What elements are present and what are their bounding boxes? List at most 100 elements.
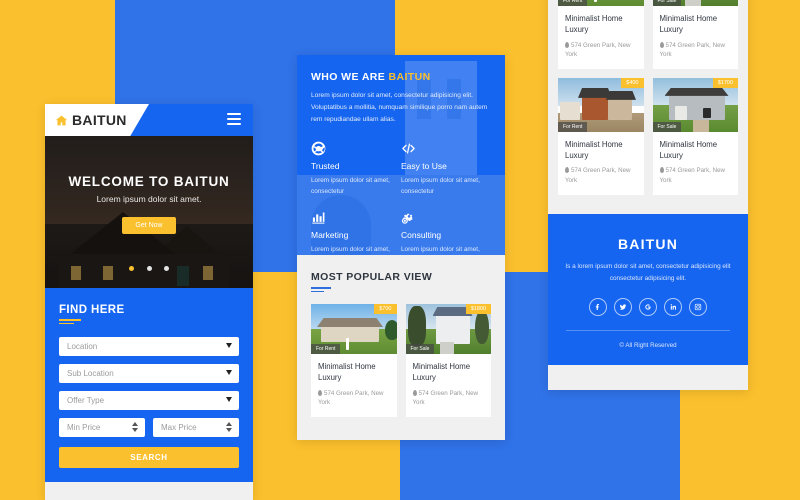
cogs-icon — [401, 210, 483, 226]
social-links — [564, 297, 732, 316]
chevron-down-icon — [226, 370, 232, 375]
feature-item: Marketing Lorem ipsum dolor sit amet, co… — [311, 210, 401, 255]
property-listing-grid: $900 For Rent Minimalist Home Luxury 574… — [548, 0, 748, 214]
location-pin-icon — [659, 41, 664, 48]
property-card-body: Minimalist Home Luxury 574 Green Park, N… — [653, 6, 739, 69]
instagram-icon[interactable] — [689, 297, 707, 316]
phone-mockup-right: $900 For Rent Minimalist Home Luxury 574… — [548, 0, 748, 390]
location-pin-icon — [412, 389, 417, 396]
price-badge: $1700 — [712, 77, 738, 88]
title-underline-thin — [311, 291, 324, 292]
who-we-are-section: WHO WE ARE BAITUN Lorem ipsum dolor sit … — [297, 55, 505, 255]
property-card-body: Minimalist Home Luxury 574 Green Park, N… — [311, 354, 397, 417]
property-card-body: Minimalist Home Luxury 574 Green Park, N… — [653, 132, 739, 195]
copyright-text: © All Right Reserved — [619, 341, 677, 349]
status-badge: For Sale — [652, 121, 682, 132]
property-photo: $400 For Rent — [558, 77, 644, 132]
price-badge: $1800 — [465, 304, 491, 314]
max-price-stepper[interactable] — [226, 422, 232, 432]
twitter-icon[interactable] — [614, 297, 632, 316]
feature-item: Easy to Use Lorem ipsum dolor sit amet, … — [401, 141, 491, 199]
property-title: Minimalist Home Luxury — [565, 139, 623, 161]
who-we-are-content: WHO WE ARE BAITUN Lorem ipsum dolor sit … — [311, 71, 491, 255]
hero-slider: WELCOME TO BAITUN Lorem ipsum dolor sit … — [45, 136, 253, 288]
title-underline-thin — [59, 323, 74, 324]
property-card[interactable]: $900 For Rent Minimalist Home Luxury 574… — [558, 0, 644, 69]
slider-dot-3[interactable] — [163, 266, 169, 271]
feature-grid: Trusted Lorem ipsum dolor sit amet, cons… — [311, 141, 491, 255]
property-card[interactable]: $1700 For Sale Minimalist Home Luxury 57… — [652, 77, 739, 195]
min-price-stepper[interactable] — [132, 422, 138, 432]
logo-text: BAITUN — [72, 112, 127, 128]
phone-left-footer-strip — [45, 482, 253, 498]
sub-location-select[interactable]: Sub Location — [59, 364, 239, 383]
property-location: 574 Green Park, New York — [565, 41, 631, 59]
slider-dots — [45, 258, 253, 276]
feature-title: Trusted — [311, 160, 340, 171]
google-plus-icon[interactable] — [639, 297, 657, 316]
bar-chart-icon — [311, 210, 393, 226]
search-button[interactable]: SEARCH — [59, 447, 239, 468]
price-range-row: Min Price Max Price — [59, 418, 239, 437]
phone-mockup-left: BAITUN WELCOME TO BAITUN Lorem ipsum dol… — [45, 104, 253, 500]
canvas: BAITUN WELCOME TO BAITUN Lorem ipsum dol… — [0, 0, 800, 500]
property-photo: $900 For Rent — [558, 0, 644, 6]
min-price-placeholder: Min Price — [67, 423, 101, 432]
min-price-input[interactable]: Min Price — [59, 418, 145, 437]
property-title: Minimalist Home Luxury — [412, 362, 471, 383]
max-price-input[interactable]: Max Price — [153, 418, 239, 437]
feature-title: Easy to Use — [401, 160, 447, 171]
status-badge: For Rent — [311, 344, 341, 354]
home-icon — [55, 115, 68, 125]
property-card-body: Minimalist Home Luxury 574 Green Park, N… — [558, 132, 644, 195]
feature-title: Consulting — [401, 230, 442, 241]
property-card[interactable]: $400 For Rent Minimalist Home Luxury 574… — [558, 77, 644, 195]
hamburger-menu-icon[interactable] — [227, 113, 241, 126]
phone-mockup-middle: WHO WE ARE BAITUN Lorem ipsum dolor sit … — [297, 55, 505, 440]
get-now-button[interactable]: Get Now — [122, 217, 176, 234]
property-location: 574 Green Park, New York — [412, 389, 478, 407]
who-we-are-title: WHO WE ARE BAITUN — [311, 71, 431, 83]
property-photo: $1200 For Sale — [652, 0, 738, 6]
property-card[interactable]: $700 For Rent Minimalist Home Luxury 574… — [311, 304, 397, 417]
location-select-label: Location — [67, 342, 98, 351]
hero-content: WELCOME TO BAITUN Lorem ipsum dolor sit … — [45, 174, 253, 234]
title-underline — [59, 319, 81, 321]
feature-title: Marketing — [311, 230, 349, 241]
feature-desc: Lorem ipsum dolor sit amet, consectetur — [311, 176, 390, 196]
offer-type-select[interactable]: Offer Type — [59, 391, 239, 410]
property-card-row: $900 For Rent Minimalist Home Luxury 574… — [558, 0, 738, 69]
slider-dot-1[interactable] — [129, 266, 135, 271]
logo[interactable]: BAITUN — [45, 104, 149, 136]
property-card[interactable]: $1800 For Sale Minimalist Home Luxury 57… — [405, 304, 492, 417]
property-card-list: $700 For Rent Minimalist Home Luxury 574… — [311, 304, 491, 417]
sub-location-select-label: Sub Location — [67, 369, 114, 378]
find-here-section: FIND HERE Location Sub Location Offer Ty… — [45, 288, 253, 482]
property-card-body: Minimalist Home Luxury 574 Green Park, N… — [558, 6, 644, 69]
property-title: Minimalist Home Luxury — [659, 14, 718, 35]
chevron-down-icon — [226, 397, 232, 402]
location-pin-icon — [565, 167, 569, 174]
property-card-body: Minimalist Home Luxury 574 Green Park, N… — [406, 354, 492, 417]
property-location: 574 Green Park, New York — [659, 41, 725, 59]
slider-dot-2[interactable] — [146, 266, 152, 271]
status-badge: For Rent — [558, 0, 588, 6]
feature-item: Consulting Lorem ipsum dolor sit amet, c… — [401, 210, 491, 255]
property-card-row: $400 For Rent Minimalist Home Luxury 574… — [558, 77, 739, 195]
hero-subtitle: Lorem ipsum dolor sit amet. — [96, 194, 202, 204]
price-badge: $400 — [621, 77, 644, 88]
property-title: Minimalist Home Luxury — [565, 14, 623, 35]
property-card[interactable]: $1200 For Sale Minimalist Home Luxury 57… — [652, 0, 739, 69]
property-location: 574 Green Park, New York — [318, 389, 384, 407]
property-photo: $700 For Rent — [311, 304, 397, 354]
status-badge: For Sale — [652, 0, 682, 6]
most-popular-view-section: MOST POPULAR VIEW $700 For Rent Minimali… — [297, 255, 505, 433]
site-footer: BAITUN Is a lorem ipsum dolor sit amet, … — [548, 213, 748, 365]
facebook-icon[interactable] — [589, 297, 607, 316]
who-we-are-lead: Lorem ipsum dolor sit amet, consectetur … — [311, 92, 488, 124]
location-pin-icon — [659, 167, 664, 174]
location-select[interactable]: Location — [59, 337, 239, 356]
property-photo: $1700 For Sale — [652, 77, 738, 132]
linkedin-icon[interactable] — [664, 297, 682, 316]
app-header: BAITUN — [45, 104, 253, 136]
